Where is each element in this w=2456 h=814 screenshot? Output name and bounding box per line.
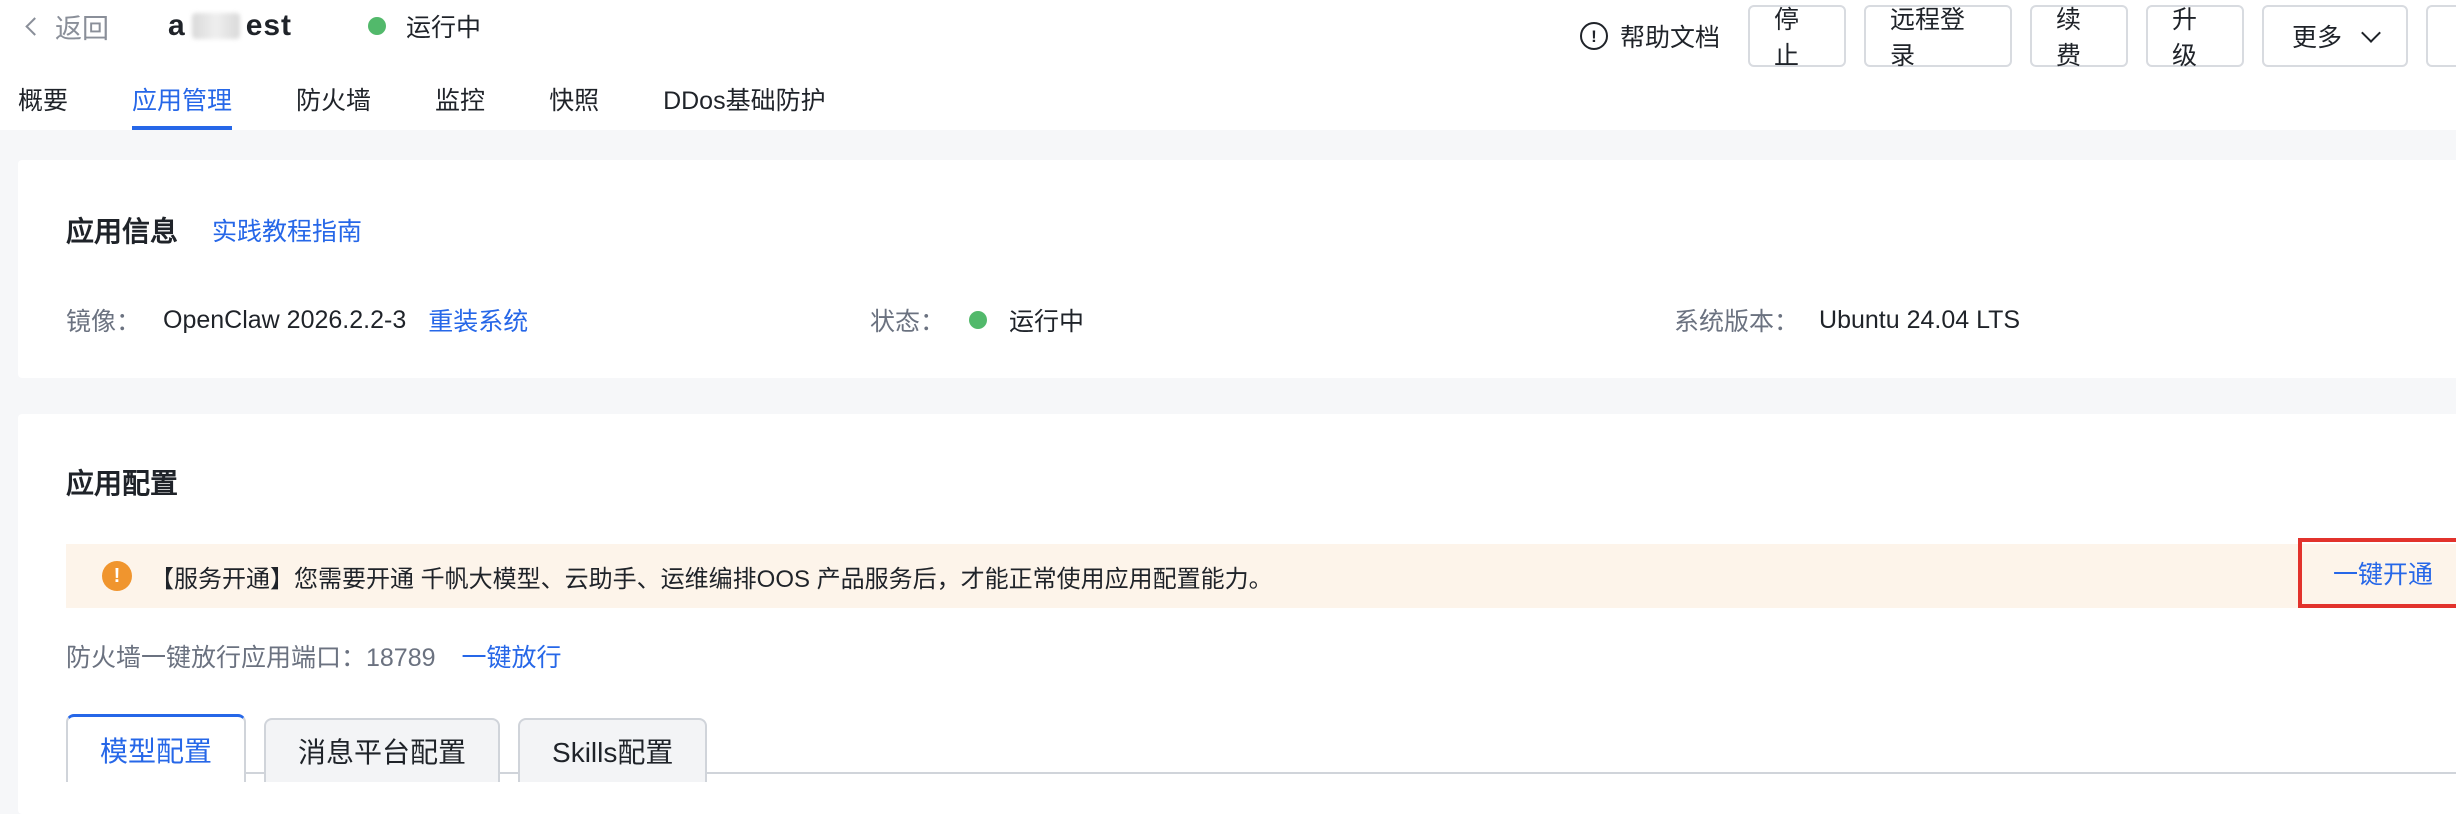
firewall-port-row: 防火墙一键放行应用端口：18789 一键放行 — [66, 636, 562, 676]
app-config-card: 应用配置 ! 【服务开通】您需要开通 千帆大模型、云助手、运维编排OOS 产品服… — [18, 414, 2456, 814]
overflow-button[interactable] — [2426, 5, 2456, 67]
instance-status: 运行中 — [368, 6, 481, 46]
status-dot-icon — [969, 311, 988, 329]
tab-firewall[interactable]: 防火墙 — [296, 68, 371, 130]
one-click-enable-link[interactable]: 一键开通 — [2298, 538, 2456, 608]
tab-overview[interactable]: 概要 — [18, 68, 68, 130]
tab-app-management[interactable]: 应用管理 — [132, 68, 233, 130]
help-docs-label: 帮助文档 — [1619, 24, 1720, 52]
reinstall-system-link[interactable]: 重装系统 — [428, 302, 528, 338]
tab-monitoring[interactable]: 监控 — [435, 68, 485, 130]
exclamation-circle-icon: ! — [1579, 22, 1608, 50]
renew-button[interactable]: 续费 — [2030, 5, 2128, 70]
redacted-block — [191, 13, 240, 39]
status-info: 状态： 运行中 — [870, 300, 1084, 340]
instance-name-start: a — [168, 9, 186, 42]
instance-status-text: 运行中 — [406, 14, 482, 42]
more-dropdown-button[interactable]: 更多 — [2262, 5, 2408, 67]
status-label: 状态： — [870, 308, 946, 336]
status-dot-icon — [368, 17, 386, 35]
tab-message-platform-config[interactable]: 消息平台配置 — [264, 718, 501, 782]
header-actions: ! 帮助文档 停止 远程登录 续费 升级 更多 — [1579, 4, 2456, 70]
status-value: 运行中 — [1009, 308, 1085, 336]
back-label: 返回 — [55, 13, 109, 44]
instance-name: a est — [168, 6, 292, 46]
remote-login-button[interactable]: 远程登录 — [1864, 5, 2012, 70]
image-label: 镜像： — [66, 308, 142, 336]
tab-model-config[interactable]: 模型配置 — [66, 714, 247, 782]
page-header: 返回 a est 运行中 ! 帮助文档 停止 远程登录 续费 升级 更多 概要 … — [0, 0, 2456, 130]
one-click-allow-link[interactable]: 一键放行 — [462, 638, 562, 674]
main-tabs: 概要 应用管理 防火墙 监控 快照 DDos基础防护 — [0, 68, 826, 130]
image-info: 镜像： OpenClaw 2026.2.2-3 重装系统 — [66, 300, 528, 340]
tab-skills-config[interactable]: Skills配置 — [518, 718, 708, 782]
stop-button[interactable]: 停止 — [1748, 5, 1846, 70]
upgrade-button[interactable]: 升级 — [2146, 5, 2244, 70]
app-config-title: 应用配置 — [66, 468, 179, 499]
os-value: Ubuntu 24.04 LTS — [1819, 305, 2021, 334]
tab-ddos[interactable]: DDos基础防护 — [663, 68, 826, 130]
firewall-port-text: 防火墙一键放行应用端口：18789 — [66, 644, 436, 672]
instance-name-end: est — [245, 9, 293, 42]
chevron-left-icon — [25, 17, 44, 36]
config-subtabs: 模型配置 消息平台配置 Skills配置 — [66, 710, 708, 782]
more-label: 更多 — [2291, 24, 2342, 52]
app-info-title: 应用信息 — [66, 216, 179, 247]
back-button[interactable]: 返回 — [22, 6, 109, 46]
os-info: 系统版本： Ubuntu 24.04 LTS — [1674, 300, 2020, 340]
service-activation-banner: ! 【服务开通】您需要开通 千帆大模型、云助手、运维编排OOS 产品服务后，才能… — [66, 544, 2456, 608]
app-info-header: 应用信息 实践教程指南 — [66, 210, 362, 250]
banner-text: 【服务开通】您需要开通 千帆大模型、云助手、运维编排OOS 产品服务后，才能正常… — [150, 565, 1273, 593]
chevron-down-icon — [2361, 22, 2381, 43]
tutorial-guide-link[interactable]: 实践教程指南 — [212, 212, 362, 248]
app-info-card: 应用信息 实践教程指南 镜像： OpenClaw 2026.2.2-3 重装系统… — [18, 160, 2456, 378]
image-value: OpenClaw 2026.2.2-3 — [163, 305, 407, 334]
help-docs-link[interactable]: ! 帮助文档 — [1579, 18, 1720, 54]
warning-icon: ! — [102, 561, 132, 591]
os-label: 系统版本： — [1674, 308, 1800, 336]
tab-snapshot[interactable]: 快照 — [549, 68, 599, 130]
